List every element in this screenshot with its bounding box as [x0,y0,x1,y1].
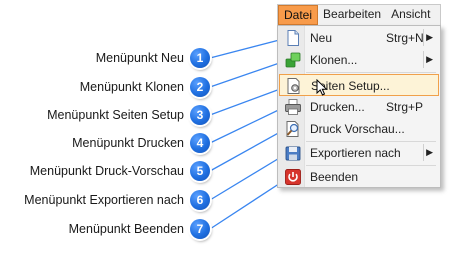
submenu-divider [423,51,424,68]
callout-label-2: Menüpunkt Klonen [79,80,184,94]
submenu-divider [423,29,424,46]
menu-item-seiten-setup[interactable]: Seiten Setup... [279,74,439,96]
menu-item-klonen[interactable]: Klonen... ▶ [279,49,439,71]
menu-item-label: Exportieren nach [310,146,401,160]
submenu-arrow-icon: ▶ [426,32,433,42]
menu-item-exportieren-nach[interactable]: Exportieren nach ▶ [279,142,439,164]
new-document-icon [287,30,299,46]
menu-item-neu[interactable]: Neu Strg+N ▶ [279,27,439,49]
menu-item-label: Druck Vorschau... [310,122,405,136]
callout-badge-6: 6 [190,190,210,210]
callout-badge-1: 1 [190,48,210,68]
menu-ansicht[interactable]: Ansicht [386,5,435,25]
menu-item-label: Klonen... [310,53,358,67]
submenu-arrow-icon: ▶ [426,54,433,64]
mouse-cursor-icon [316,79,328,96]
callout-badge-7: 7 [190,219,210,239]
callout-badge-4: 4 [190,133,210,153]
submenu-arrow-icon: ▶ [426,147,433,157]
menu-separator [306,72,436,73]
submenu-divider [423,144,424,161]
callout-label-4: Menüpunkt Drucken [72,136,184,150]
file-dropdown-menu: Neu Strg+N ▶ Klonen... ▶ Seiten Setup... [277,25,441,188]
callout-label-7: Menüpunkt Beenden [68,222,184,236]
menu-datei[interactable]: Datei [278,5,319,25]
callout-label-6: Menüpunkt Exportieren nach [24,193,184,207]
callout-badge-5: 5 [190,161,210,181]
callout-badge-2: 2 [190,77,210,97]
menu-item-label: Neu [310,31,333,45]
menu-item-label: Beenden [310,170,359,184]
printer-icon [285,99,301,115]
screenshot-canvas: Menüpunkt Neu 1 Menüpunkt Klonen 2 Menüp… [0,0,458,255]
menu-item-beenden[interactable]: Beenden [279,166,439,188]
menu-item-druck-vorschau[interactable]: Druck Vorschau... [279,118,439,140]
print-preview-icon [286,121,299,137]
menu-item-label: Drucken... [310,100,365,114]
callout-label-5: Menüpunkt Druck-Vorschau [29,164,184,178]
menu-item-drucken[interactable]: Drucken... Strg+P [279,96,439,118]
callout-badge-3: 3 [190,105,210,125]
export-icon [285,146,301,161]
callout-label-3: Menüpunkt Seiten Setup [47,108,184,122]
exit-icon [285,169,301,185]
menu-item-shortcut: Strg+P [386,100,424,114]
menu-item-shortcut: Strg+N [386,31,424,45]
callout-label-1: Menüpunkt Neu [95,51,184,65]
menu-bearbeiten[interactable]: Bearbeiten [318,5,386,25]
clone-icon [285,52,301,68]
menu-bar: Datei Bearbeiten Ansicht [277,4,441,25]
page-setup-icon [287,78,300,94]
